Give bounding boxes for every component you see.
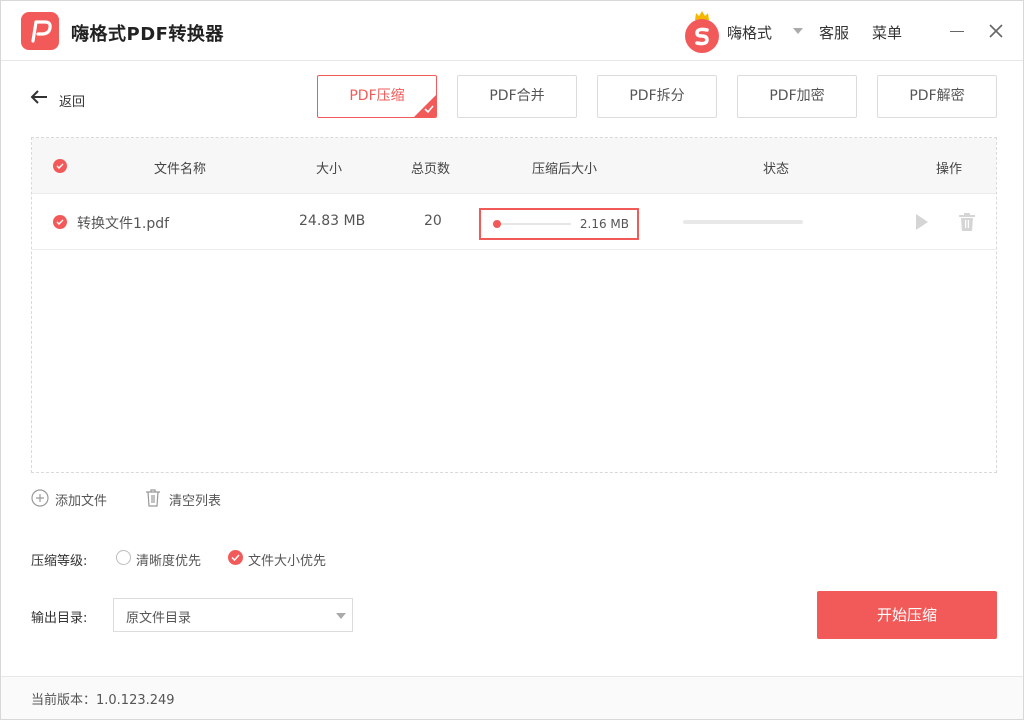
play-icon[interactable] [915, 213, 929, 231]
close-icon[interactable] [986, 21, 1006, 41]
file-size: 24.83 MB [299, 213, 366, 229]
back-label: 返回 [59, 95, 86, 110]
select-all-checkbox[interactable] [53, 159, 67, 173]
row-checkbox[interactable] [53, 215, 67, 229]
brand-avatar-icon[interactable] [683, 11, 723, 53]
tab-pdf-decrypt[interactable]: PDF解密 [877, 75, 997, 118]
header-file-name: 文件名称 [154, 162, 207, 177]
dropdown-caret-icon[interactable] [793, 28, 803, 34]
output-dir-value: 原文件目录 [126, 611, 192, 626]
status-progress-bar [683, 220, 803, 224]
radio-label: 清晰度优先 [136, 554, 202, 569]
tab-label: PDF合并 [489, 88, 545, 104]
header-actions: 操作 [936, 162, 963, 177]
version-text: 当前版本：1.0.123.249 [31, 693, 175, 708]
compression-slider-track[interactable] [495, 223, 571, 225]
add-file-label: 添加文件 [55, 494, 108, 509]
compression-slider-knob[interactable] [493, 220, 501, 228]
trash-icon[interactable] [959, 213, 975, 231]
start-compress-button[interactable]: 开始压缩 [817, 591, 997, 639]
radio-label: 文件大小优先 [248, 554, 327, 569]
tab-pdf-merge[interactable]: PDF合并 [457, 75, 577, 118]
header-status: 状态 [763, 162, 790, 177]
compressed-size-box: 2.16 MB [479, 208, 639, 240]
output-dir-select[interactable]: 原文件目录 [113, 598, 353, 632]
radio-circle [116, 550, 131, 565]
file-table: 文件名称 大小 总页数 压缩后大小 状态 操作 转换文件1.pdf 24.83 … [31, 137, 997, 473]
tab-pdf-compress[interactable]: PDF压缩 [317, 75, 437, 118]
table-row: 转换文件1.pdf 24.83 MB 20 2.16 MB [32, 194, 996, 250]
header-compressed-size: 压缩后大小 [532, 162, 598, 177]
tab-label: PDF压缩 [349, 88, 405, 104]
tab-label: PDF解密 [909, 88, 965, 104]
trash-icon [146, 489, 160, 507]
menu-link[interactable]: 菜单 [872, 22, 902, 43]
compression-level-label: 压缩等级: [31, 554, 88, 569]
app-logo [21, 12, 59, 50]
footer: 当前版本：1.0.123.249 [1, 676, 1023, 719]
radio-circle-checked [228, 550, 243, 565]
check-icon [424, 105, 434, 114]
tab-label: PDF拆分 [629, 88, 685, 104]
brand-name[interactable]: 嗨格式 [727, 22, 772, 43]
plus-circle-icon [31, 489, 49, 507]
arrow-left-icon [30, 90, 47, 104]
header-pages: 总页数 [411, 162, 451, 177]
tab-pdf-encrypt[interactable]: PDF加密 [737, 75, 857, 118]
chevron-down-icon [336, 613, 346, 619]
compressed-size-value: 2.16 MB [579, 217, 629, 231]
tab-label: PDF加密 [769, 88, 825, 104]
header-size: 大小 [316, 162, 343, 177]
output-dir-label: 输出目录: [31, 611, 88, 626]
page-count: 20 [424, 213, 442, 229]
minimize-icon[interactable] [950, 31, 964, 32]
customer-service-link[interactable]: 客服 [819, 22, 849, 43]
title-bar: 嗨格式PDF转换器 嗨格式 客服 菜单 [1, 1, 1023, 61]
app-title: 嗨格式PDF转换器 [71, 24, 224, 45]
file-name: 转换文件1.pdf [77, 216, 170, 232]
tab-pdf-split[interactable]: PDF拆分 [597, 75, 717, 118]
clear-list-label: 清空列表 [169, 494, 222, 509]
app-window: 嗨格式PDF转换器 嗨格式 客服 菜单 返回 PDF压缩 PDF合并 PDF拆分… [0, 0, 1024, 720]
table-header: 文件名称 大小 总页数 压缩后大小 状态 操作 [32, 138, 996, 194]
